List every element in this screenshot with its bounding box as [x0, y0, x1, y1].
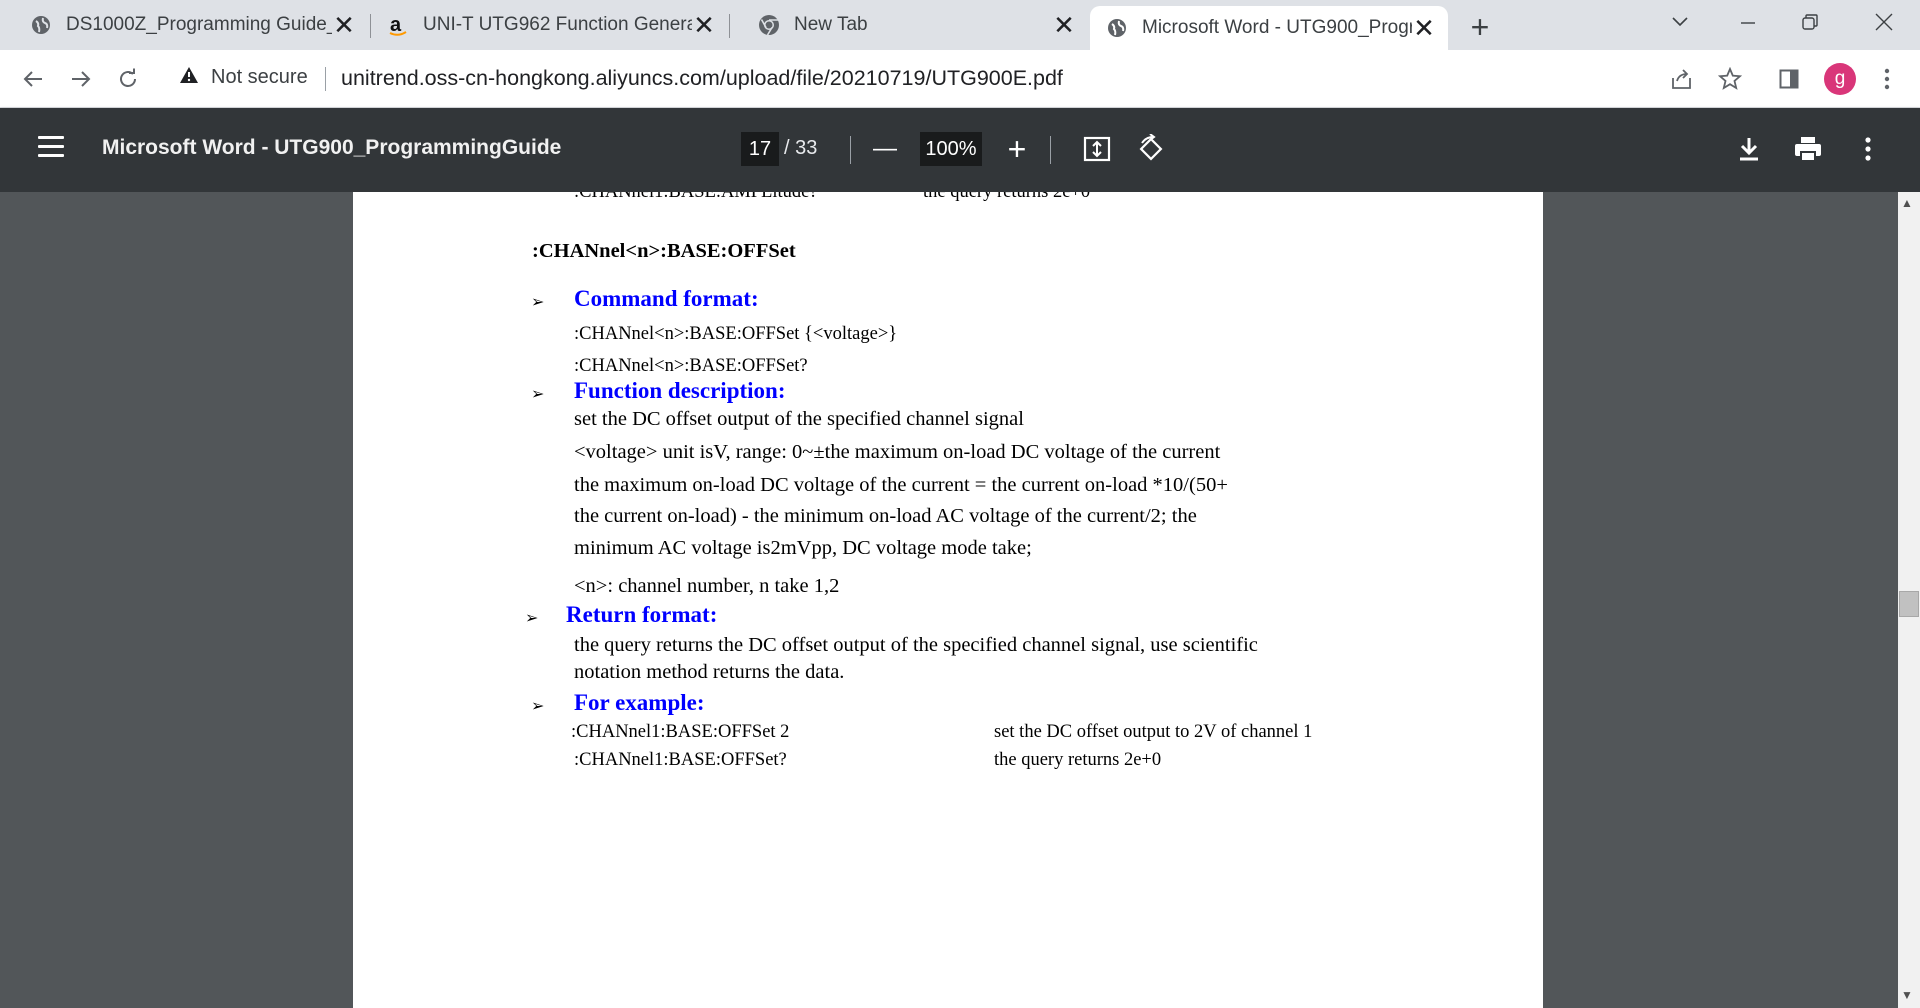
fit-to-page-icon[interactable]: [1080, 132, 1114, 166]
tab-new-tab[interactable]: New Tab ✕: [730, 6, 1088, 44]
function-description-line: the current on-load) - the minimum on-lo…: [574, 505, 1197, 527]
chrome-icon: [758, 14, 780, 36]
window-close-icon[interactable]: [1854, 4, 1914, 40]
for-example-label: For example:: [574, 690, 705, 715]
tab-title: Microsoft Word - UTG900_ProgrammingGuide: [1142, 17, 1412, 38]
bullet-arrow-icon: ➢: [531, 386, 545, 403]
profile-avatar[interactable]: g: [1824, 63, 1856, 95]
command-format-line: :CHANnel<n>:BASE:OFFSet?: [574, 356, 808, 376]
command-heading: :CHANnel<n>:BASE:OFFSet: [532, 240, 796, 262]
zoom-level-input[interactable]: 100%: [920, 132, 982, 166]
example-description: the query returns 2e+0: [994, 750, 1162, 770]
bookmark-star-icon[interactable]: [1713, 62, 1747, 96]
pdf-viewer[interactable]: :CHANnel1:BASE:AMPLitude? the query retu…: [0, 192, 1920, 1008]
svg-text:a: a: [390, 14, 402, 36]
close-tab-icon[interactable]: ✕: [1412, 13, 1436, 43]
function-description-line: the maximum on-load DC voltage of the cu…: [574, 474, 1228, 496]
scroll-down-arrow-icon[interactable]: ▼: [1901, 988, 1913, 1002]
scrollbar-thumb[interactable]: [1899, 591, 1919, 617]
minimize-icon[interactable]: [1718, 4, 1778, 40]
pdf-document-title: Microsoft Word - UTG900_ProgrammingGuide: [102, 136, 562, 159]
new-tab-button[interactable]: +: [1463, 9, 1497, 45]
tab-title: UNI-T UTG962 Function Generator: [423, 14, 692, 35]
security-indicator[interactable]: Not secure: [179, 66, 308, 89]
toolbar-separator: [1050, 136, 1051, 164]
example-command: :CHANnel1:BASE:OFFSet?: [574, 750, 787, 770]
back-arrow-icon[interactable]: [16, 62, 50, 96]
rotate-icon[interactable]: [1134, 132, 1168, 166]
omnibox-separator: [325, 67, 326, 91]
tab-title: New Tab: [794, 14, 868, 35]
zoom-in-icon[interactable]: +: [1000, 131, 1034, 167]
command-format-label: Command format:: [574, 286, 759, 311]
bullet-arrow-icon: ➢: [531, 698, 545, 715]
download-icon[interactable]: [1732, 132, 1766, 166]
tab-search-chevron-icon[interactable]: [1650, 4, 1710, 40]
pdf-toolbar: Microsoft Word - UTG900_ProgrammingGuide…: [0, 108, 1920, 192]
return-format-line: notation method returns the data.: [574, 661, 845, 683]
pdf-page: :CHANnel1:BASE:AMPLitude? the query retu…: [353, 192, 1543, 1008]
tab-amazon[interactable]: a UNI-T UTG962 Function Generator ✕: [371, 6, 728, 44]
example-command: :CHANnel1:BASE:OFFSet 2: [571, 722, 790, 742]
scroll-up-arrow-icon[interactable]: ▲: [1901, 196, 1913, 210]
close-tab-icon[interactable]: ✕: [332, 10, 356, 40]
tab-ds1000z[interactable]: DS1000Z_Programming Guide_EN ✕: [0, 6, 368, 44]
return-format-line: the query returns the DC offset output o…: [574, 634, 1258, 656]
pdf-more-actions-icon[interactable]: [1851, 132, 1885, 166]
browser-menu-kebab-icon[interactable]: [1870, 62, 1904, 96]
command-format-line: :CHANnel<n>:BASE:OFFSet {<voltage>}: [574, 324, 898, 344]
page-number-input[interactable]: 17: [741, 132, 779, 166]
globe-icon: [30, 14, 52, 36]
function-description-line: minimum AC voltage is2mVpp, DC voltage m…: [574, 537, 1032, 559]
function-description-line: <n>: channel number, n take 1,2: [574, 575, 840, 597]
url-text[interactable]: unitrend.oss-cn-hongkong.aliyuncs.com/up…: [341, 66, 1063, 91]
warning-triangle-icon: [179, 66, 199, 89]
amazon-icon: a: [387, 14, 409, 36]
tab-utg900-active[interactable]: Microsoft Word - UTG900_ProgrammingGuide…: [1090, 6, 1448, 50]
hamburger-menu-icon[interactable]: [38, 136, 64, 158]
function-description-label: Function description:: [574, 378, 786, 403]
forward-arrow-icon[interactable]: [64, 62, 98, 96]
prev-example-command: :CHANnel1:BASE:AMPLitude?: [574, 192, 818, 202]
function-description-line: set the DC offset output of the specifie…: [574, 408, 1024, 430]
address-bar[interactable]: Not secure unitrend.oss-cn-hongkong.aliy…: [165, 57, 1697, 99]
print-icon[interactable]: [1791, 132, 1825, 166]
zoom-out-icon[interactable]: —: [868, 132, 902, 166]
globe-icon: [1106, 17, 1128, 39]
return-format-label: Return format:: [566, 602, 718, 627]
not-secure-label: Not secure: [211, 66, 308, 88]
restore-icon[interactable]: [1780, 4, 1840, 40]
toolbar-separator: [850, 136, 851, 164]
tab-strip: DS1000Z_Programming Guide_EN ✕ a UNI-T U…: [0, 0, 1920, 50]
side-panel-icon[interactable]: [1772, 62, 1806, 96]
page-total-label: / 33: [784, 137, 818, 159]
bullet-arrow-icon: ➢: [525, 610, 539, 627]
share-icon[interactable]: [1665, 62, 1699, 96]
prev-example-description: the query returns 2e+0: [923, 192, 1091, 202]
function-description-line: <voltage> unit isV, range: 0~±the maximu…: [574, 441, 1221, 463]
close-tab-icon[interactable]: ✕: [692, 10, 716, 40]
close-tab-icon[interactable]: ✕: [1052, 10, 1076, 40]
reload-icon[interactable]: [111, 62, 145, 96]
bullet-arrow-icon: ➢: [531, 294, 545, 311]
example-description: set the DC offset output to 2V of channe…: [994, 722, 1313, 742]
browser-toolbar: Not secure unitrend.oss-cn-hongkong.aliy…: [0, 50, 1920, 108]
tab-title: DS1000Z_Programming Guide_EN: [66, 14, 332, 35]
